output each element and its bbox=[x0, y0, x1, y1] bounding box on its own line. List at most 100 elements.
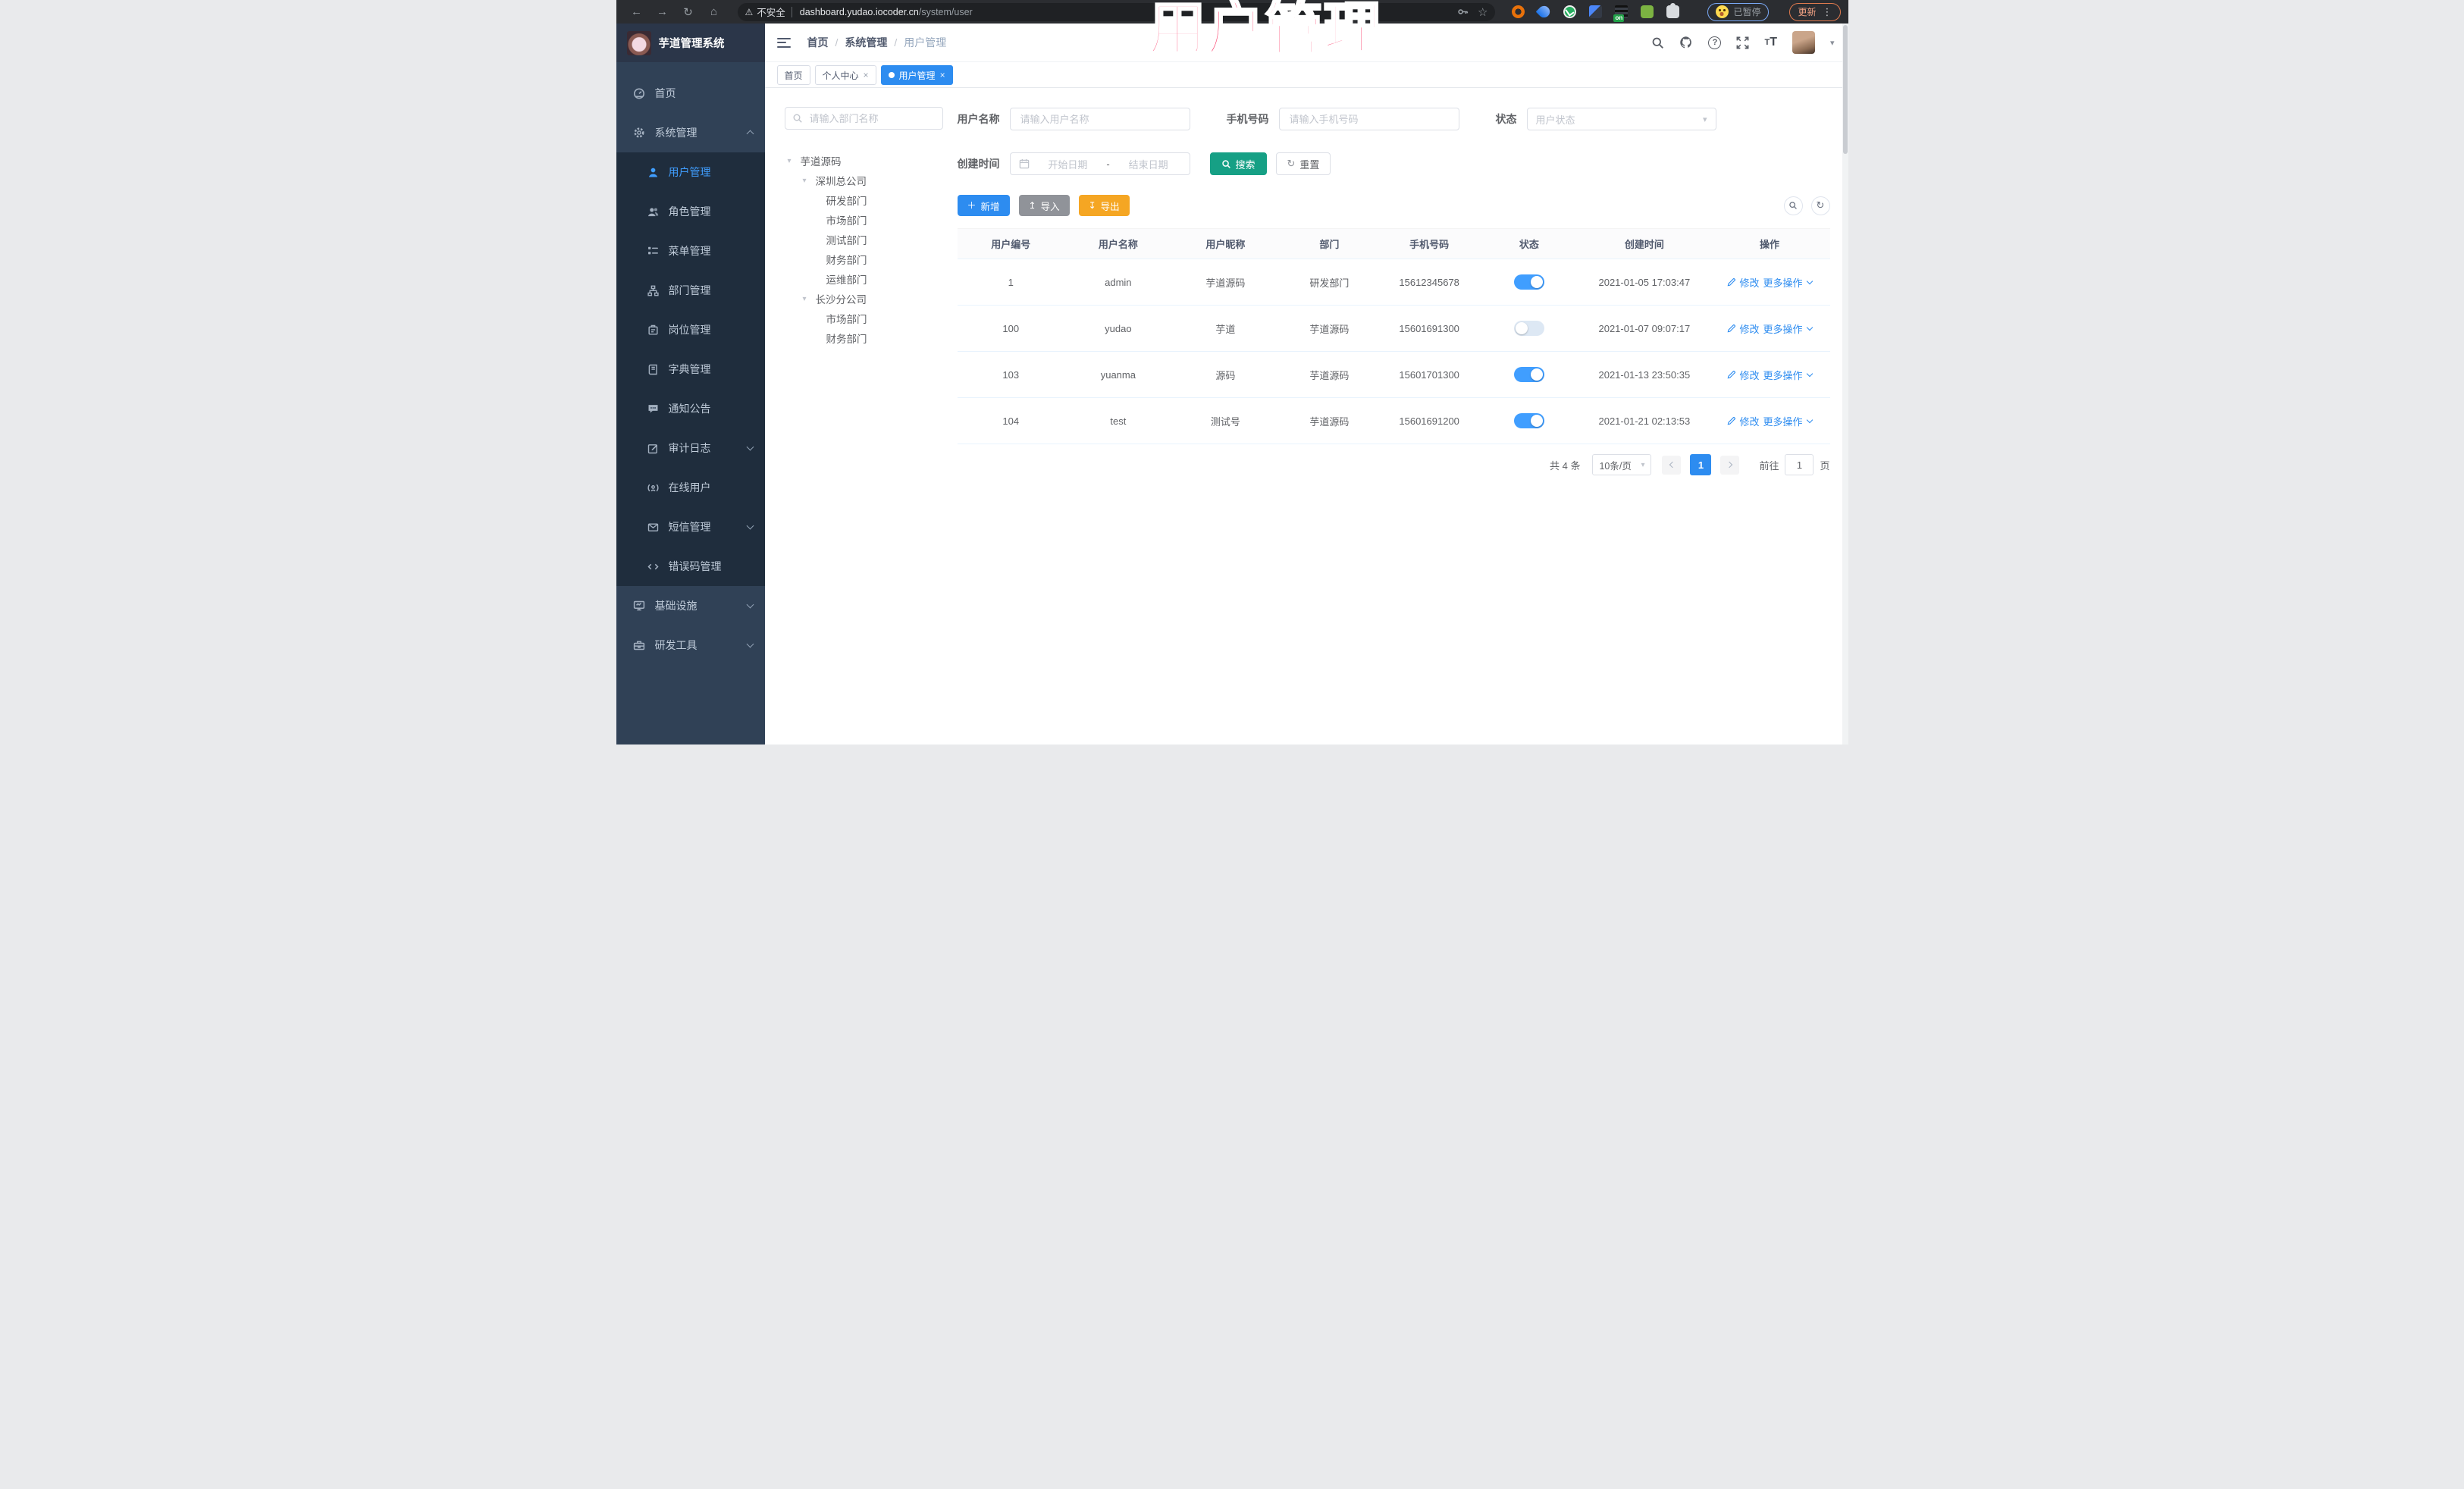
sidebar-item-role-mgmt[interactable]: 角色管理 bbox=[616, 192, 765, 231]
tab-close-icon[interactable]: × bbox=[940, 70, 945, 80]
sidebar-item-label: 通知公告 bbox=[668, 403, 711, 415]
user-icon bbox=[647, 166, 660, 179]
profile-paused-chip[interactable]: 已暂停 bbox=[1707, 2, 1770, 21]
tree-node[interactable]: 研发部门 bbox=[785, 190, 943, 210]
page-size-select[interactable]: 10条/页 ▾ bbox=[1592, 454, 1652, 475]
scrollbar-thumb[interactable] bbox=[1842, 25, 1848, 154]
sidebar-item-infrastructure[interactable]: 基础设施 bbox=[616, 586, 765, 625]
pencil-icon bbox=[1728, 278, 1736, 287]
browser-reload-button[interactable]: ↻ bbox=[676, 3, 701, 21]
bookmark-star-icon[interactable]: ☆ bbox=[1478, 5, 1487, 19]
tree-node[interactable]: ▾ 深圳总公司 bbox=[785, 171, 943, 190]
sidebar-item-sms-mgmt[interactable]: 短信管理 bbox=[616, 507, 765, 547]
status-toggle[interactable] bbox=[1513, 367, 1544, 382]
cell-user-id: 100 bbox=[1002, 322, 1020, 334]
sidebar-item-menu-mgmt[interactable]: 菜单管理 bbox=[616, 231, 765, 271]
reset-button[interactable]: ↻ 重置 bbox=[1275, 152, 1331, 175]
status-toggle[interactable] bbox=[1513, 413, 1544, 428]
search-button-label: 搜索 bbox=[1235, 158, 1256, 171]
browser-back-button[interactable]: ← bbox=[624, 3, 650, 21]
chevron-down-icon bbox=[1806, 277, 1813, 284]
sidebar-item-home[interactable]: 首页 bbox=[616, 74, 765, 113]
sidebar-item-online-users[interactable]: 在线用户 bbox=[616, 468, 765, 507]
edit-link[interactable]: 修改 bbox=[1727, 275, 1760, 290]
search-button[interactable]: 搜索 bbox=[1209, 152, 1267, 175]
sidebar-item-post-mgmt[interactable]: 岗位管理 bbox=[616, 310, 765, 350]
status-toggle[interactable] bbox=[1513, 321, 1544, 336]
sidebar-item-audit-log[interactable]: 审计日志 bbox=[616, 428, 765, 468]
refresh-table-button[interactable]: ↻ bbox=[1810, 196, 1830, 215]
tree-node[interactable]: 财务部门 bbox=[785, 328, 943, 348]
tree-node[interactable]: ▾ 长沙分公司 bbox=[785, 289, 943, 309]
update-label: 更新 bbox=[1798, 7, 1817, 17]
import-button[interactable]: ↥ 导入 bbox=[1018, 195, 1070, 216]
page-number-current[interactable]: 1 bbox=[1690, 454, 1712, 475]
username-input[interactable] bbox=[1018, 112, 1181, 126]
search-icon[interactable] bbox=[1651, 36, 1664, 49]
add-button[interactable]: ＋ 新增 bbox=[957, 195, 1010, 216]
tree-node[interactable]: 财务部门 bbox=[785, 249, 943, 269]
tree-caret-icon[interactable]: ▾ bbox=[803, 295, 810, 303]
tree-node[interactable]: 市场部门 bbox=[785, 210, 943, 230]
sidebar-item-user-mgmt[interactable]: 用户管理 bbox=[616, 152, 765, 192]
browser-home-button[interactable]: ⌂ bbox=[701, 3, 727, 21]
tab-home[interactable]: 首页 bbox=[776, 65, 810, 85]
dept-search-input[interactable] bbox=[807, 111, 936, 125]
help-icon[interactable]: ? bbox=[1708, 36, 1722, 49]
prev-page-button[interactable] bbox=[1662, 455, 1682, 475]
fullscreen-icon[interactable] bbox=[1736, 36, 1749, 49]
tree-node[interactable]: 运维部门 bbox=[785, 269, 943, 289]
edit-link[interactable]: 修改 bbox=[1727, 321, 1760, 336]
browser-menu-dots-icon[interactable]: ⋮ bbox=[1823, 6, 1832, 18]
extension-grid-icon[interactable] bbox=[1589, 5, 1603, 18]
tree-caret-icon[interactable]: ▾ bbox=[788, 157, 795, 165]
export-button[interactable]: ↧ 导出 bbox=[1078, 195, 1130, 216]
chrome-update-chip[interactable]: 更新 ⋮ bbox=[1789, 2, 1841, 21]
sidebar-item-dev-tools[interactable]: 研发工具 bbox=[616, 625, 765, 665]
browser-forward-button[interactable]: → bbox=[650, 3, 676, 21]
more-actions-link[interactable]: 更多操作 bbox=[1763, 275, 1813, 290]
tree-node[interactable]: 市场部门 bbox=[785, 309, 943, 328]
page-scrollbar[interactable] bbox=[1842, 24, 1848, 744]
select-caret-icon: ▾ bbox=[1702, 114, 1707, 124]
edit-link[interactable]: 修改 bbox=[1727, 368, 1760, 382]
extension-switch-icon[interactable]: on bbox=[1613, 5, 1629, 22]
tab-profile[interactable]: 个人中心 × bbox=[814, 65, 876, 85]
extension-check-icon[interactable] bbox=[1563, 5, 1577, 18]
sidebar-item-system[interactable]: 系统管理 bbox=[616, 113, 765, 152]
sidebar-item-notice[interactable]: 通知公告 bbox=[616, 389, 765, 428]
password-key-icon[interactable] bbox=[1457, 6, 1469, 17]
not-secure-label: 不安全 bbox=[757, 8, 785, 18]
next-page-button[interactable] bbox=[1720, 455, 1740, 475]
status-select[interactable]: 用户状态 ▾ bbox=[1526, 108, 1716, 130]
edit-link[interactable]: 修改 bbox=[1727, 414, 1760, 428]
toggle-search-button[interactable] bbox=[1783, 196, 1803, 215]
github-icon[interactable] bbox=[1679, 36, 1693, 49]
date-range-picker[interactable]: 开始日期 - 结束日期 bbox=[1009, 152, 1190, 175]
user-avatar[interactable] bbox=[1792, 31, 1815, 54]
more-actions-link[interactable]: 更多操作 bbox=[1763, 368, 1813, 382]
breadcrumb-home[interactable]: 首页 bbox=[807, 35, 829, 50]
extension-drop-icon[interactable] bbox=[1536, 3, 1553, 20]
mobile-input[interactable] bbox=[1287, 112, 1450, 126]
extension-donut-icon[interactable] bbox=[1512, 5, 1525, 18]
tab-close-icon[interactable]: × bbox=[864, 70, 869, 80]
tab-user-mgmt[interactable]: 用户管理 × bbox=[880, 65, 953, 85]
extension-key-icon[interactable] bbox=[1641, 5, 1654, 18]
more-actions-link[interactable]: 更多操作 bbox=[1763, 321, 1813, 336]
goto-page-input[interactable] bbox=[1785, 454, 1814, 475]
more-actions-link[interactable]: 更多操作 bbox=[1763, 414, 1813, 428]
extensions-puzzle-icon[interactable] bbox=[1666, 3, 1680, 18]
sidebar-item-dict-mgmt[interactable]: 字典管理 bbox=[616, 350, 765, 389]
font-size-icon[interactable]: TT bbox=[1764, 36, 1777, 49]
tree-node[interactable]: ▾ 芋道源码 bbox=[785, 151, 943, 171]
sidebar-item-dept-mgmt[interactable]: 部门管理 bbox=[616, 271, 765, 310]
status-toggle[interactable] bbox=[1513, 274, 1544, 290]
address-bar[interactable]: ⚠ 不安全 dashboard.yudao.iocoder.cn /system… bbox=[737, 2, 1496, 21]
sidebar-collapse-button[interactable] bbox=[776, 37, 791, 48]
tree-node[interactable]: 测试部门 bbox=[785, 230, 943, 249]
sidebar-item-error-code[interactable]: 错误码管理 bbox=[616, 547, 765, 586]
tree-caret-icon[interactable]: ▾ bbox=[803, 177, 810, 185]
avatar-caret-icon[interactable]: ▾ bbox=[1830, 38, 1835, 48]
breadcrumb-system[interactable]: 系统管理 bbox=[845, 35, 887, 50]
